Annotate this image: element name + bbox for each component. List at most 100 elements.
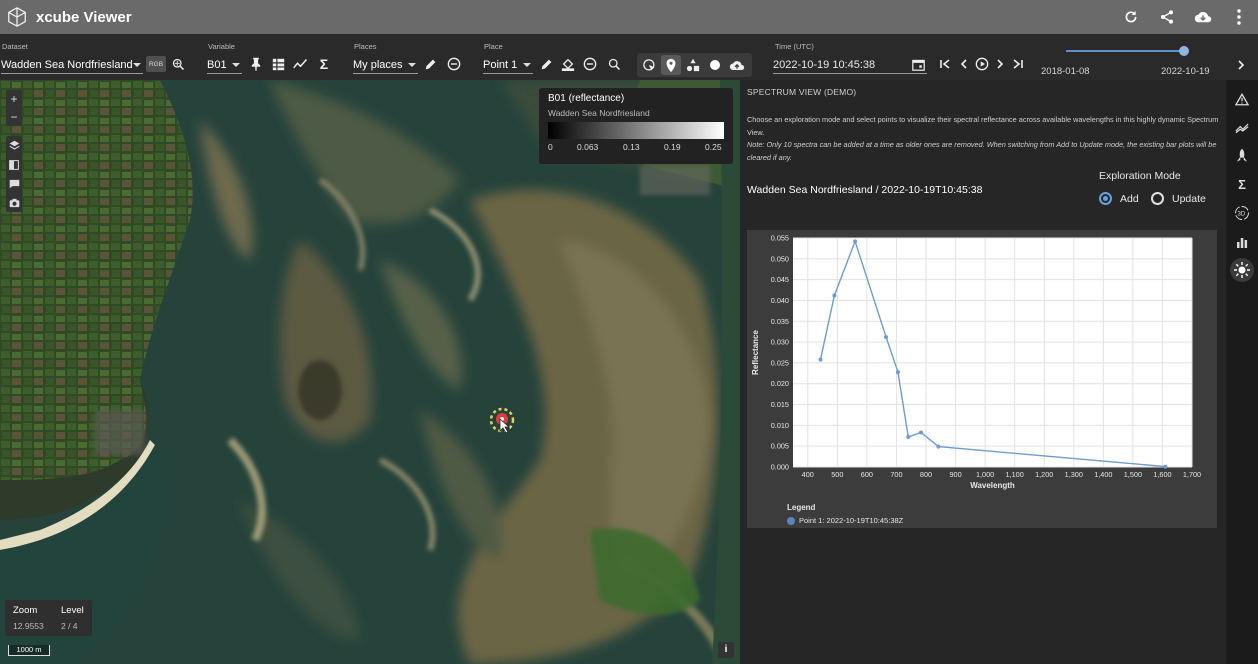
pin-icon[interactable] [246, 54, 266, 74]
chart-legend-item[interactable]: Point 1: 2022-10-19T10:45:38Z [787, 516, 903, 525]
map-view[interactable]: + − B01 (reflectance) Wadden Sea Nordfri… [0, 80, 740, 664]
collapse-panel-icon[interactable] [1231, 55, 1251, 75]
fill-color-icon[interactable] [558, 54, 578, 74]
place-select[interactable]: Point 1 [483, 56, 533, 74]
x-tick-label: 1,500 [1124, 470, 1142, 479]
first-step-icon[interactable] [935, 54, 955, 74]
scale-bar: 1000 m [8, 645, 50, 656]
calendar-icon[interactable] [912, 58, 925, 71]
spectrum-point [936, 444, 941, 449]
remove-place-icon[interactable] [580, 54, 600, 74]
x-tick-label: 900 [949, 470, 961, 479]
radio-unchecked-icon[interactable] [1151, 192, 1164, 205]
cloud-upload-icon[interactable] [727, 55, 747, 75]
zoom-controls: + − [6, 90, 22, 126]
map-tools [6, 136, 22, 212]
3d-view-icon[interactable]: 3D [1230, 201, 1254, 225]
radio-checked-icon[interactable] [1099, 192, 1112, 205]
satellite-image[interactable] [0, 80, 740, 664]
y-tick-label: 0.005 [771, 442, 789, 451]
last-step-icon[interactable] [1008, 54, 1028, 74]
time-range-slider-thumb[interactable] [1179, 46, 1189, 56]
cube-logo-icon [8, 7, 26, 27]
point-tool-icon[interactable] [661, 55, 681, 75]
legend-dot-icon [787, 516, 795, 525]
spectrum-view-icon[interactable] [1230, 258, 1254, 282]
edit-places-icon[interactable] [420, 54, 440, 74]
mode-update-radio[interactable]: Update [1151, 192, 1206, 205]
side-panel-tabs: Σ 3D [1226, 80, 1258, 664]
trend-chart-icon[interactable] [1230, 115, 1254, 139]
control-bar: Dataset Wadden Sea Nordfriesland RGB Var… [0, 34, 1258, 80]
plot-area [793, 238, 1192, 467]
dataset-time-title: Wadden Sea Nordfriesland / 2022-10-19T10… [747, 184, 983, 196]
x-axis-label: Wavelength [970, 481, 1015, 490]
statistics-sigma-icon[interactable]: Σ [1230, 172, 1254, 196]
info-card-icon[interactable] [6, 174, 22, 193]
colorbar-tick: 0.13 [623, 142, 640, 152]
places-select[interactable]: My places [353, 56, 418, 74]
chart-svg: 400 500 600 700 800 900 1,000 1,100 1,200 1,300 1,… [751, 234, 1201, 491]
x-tick-label: 1,400 [1094, 470, 1112, 479]
colorbar-ticks: 0 0.063 0.13 0.19 0.25 [548, 142, 724, 154]
split-view-icon[interactable] [6, 155, 22, 174]
layers-icon[interactable] [6, 136, 22, 155]
places-value: My places [353, 58, 403, 71]
refresh-icon[interactable] [1120, 6, 1142, 28]
timeseries-icon[interactable] [290, 54, 310, 74]
warning-icon[interactable] [1230, 87, 1254, 111]
variable-select[interactable]: B01 [207, 56, 242, 74]
app-title: xcube Viewer [36, 8, 132, 26]
spectrum-point [906, 435, 911, 440]
edit-place-icon[interactable] [536, 54, 556, 74]
dataset-value: Wadden Sea Nordfriesland [1, 58, 133, 71]
prev-step-icon[interactable] [954, 54, 974, 74]
point-marker[interactable] [488, 406, 516, 434]
mode-add-radio[interactable]: Add [1099, 192, 1139, 205]
level-heading: Level [61, 605, 84, 616]
more-vert-icon[interactable] [1228, 6, 1250, 28]
next-step-icon[interactable] [990, 54, 1010, 74]
table-icon[interactable] [268, 54, 288, 74]
time-range-slider-track[interactable] [1066, 50, 1184, 52]
legend-entry-label: Point 1: 2022-10-19T10:45:38Z [799, 516, 904, 525]
share-icon[interactable] [1156, 6, 1178, 28]
y-tick-label: 0.000 [771, 463, 789, 472]
spectrum-point [853, 239, 858, 244]
y-tick-label: 0.025 [771, 358, 789, 367]
camera-icon[interactable] [6, 193, 22, 212]
colorbar [548, 122, 724, 139]
legend-subtitle: Wadden Sea Nordfriesland [548, 108, 650, 118]
zoom-in-button[interactable]: + [6, 90, 22, 108]
time-input[interactable]: 2022-10-19 10:45:38 [773, 56, 927, 74]
dataset-label: Dataset [2, 42, 28, 51]
bar-chart-icon[interactable] [1230, 230, 1254, 254]
circle-tool-icon[interactable] [705, 55, 725, 75]
attribution-button[interactable]: i [718, 642, 734, 658]
range-start-label: 2018-01-08 [1041, 66, 1090, 77]
cloud-download-icon[interactable] [1192, 6, 1214, 28]
x-tick-label: 600 [861, 470, 873, 479]
dataset-select[interactable]: Wadden Sea Nordfriesland [1, 56, 143, 74]
dataset-zoom-icon[interactable] [168, 54, 188, 74]
zoom-to-place-icon[interactable] [604, 54, 624, 74]
svg-text:3D: 3D [1238, 212, 1246, 218]
rgb-toggle-button[interactable]: RGB [146, 56, 166, 72]
y-tick-label: 0.010 [771, 421, 789, 430]
y-tick-label: 0.055 [771, 234, 789, 243]
zoom-value: 12.9553 [13, 621, 44, 631]
zoom-out-button[interactable]: − [6, 108, 22, 126]
select-tool-icon[interactable] [639, 55, 659, 75]
play-icon[interactable] [972, 54, 992, 74]
time-label: Time (UTC) [775, 42, 814, 51]
rocket-icon[interactable] [1230, 143, 1254, 167]
remove-places-icon[interactable] [444, 54, 464, 74]
color-legend[interactable]: B01 (reflectance) Wadden Sea Nordfriesla… [539, 88, 733, 164]
colorbar-tick: 0 [548, 142, 553, 152]
y-tick-label: 0.020 [771, 379, 789, 388]
x-tick-label: 1,100 [1006, 470, 1024, 479]
sigma-icon[interactable]: Σ [314, 54, 334, 74]
panel-description: Choose an exploration mode and select po… [747, 114, 1221, 164]
polygon-tool-icon[interactable] [683, 55, 703, 75]
spectrum-chart[interactable]: 400 500 600 700 800 900 1,000 1,100 1,200 1,300 1,… [747, 230, 1217, 528]
